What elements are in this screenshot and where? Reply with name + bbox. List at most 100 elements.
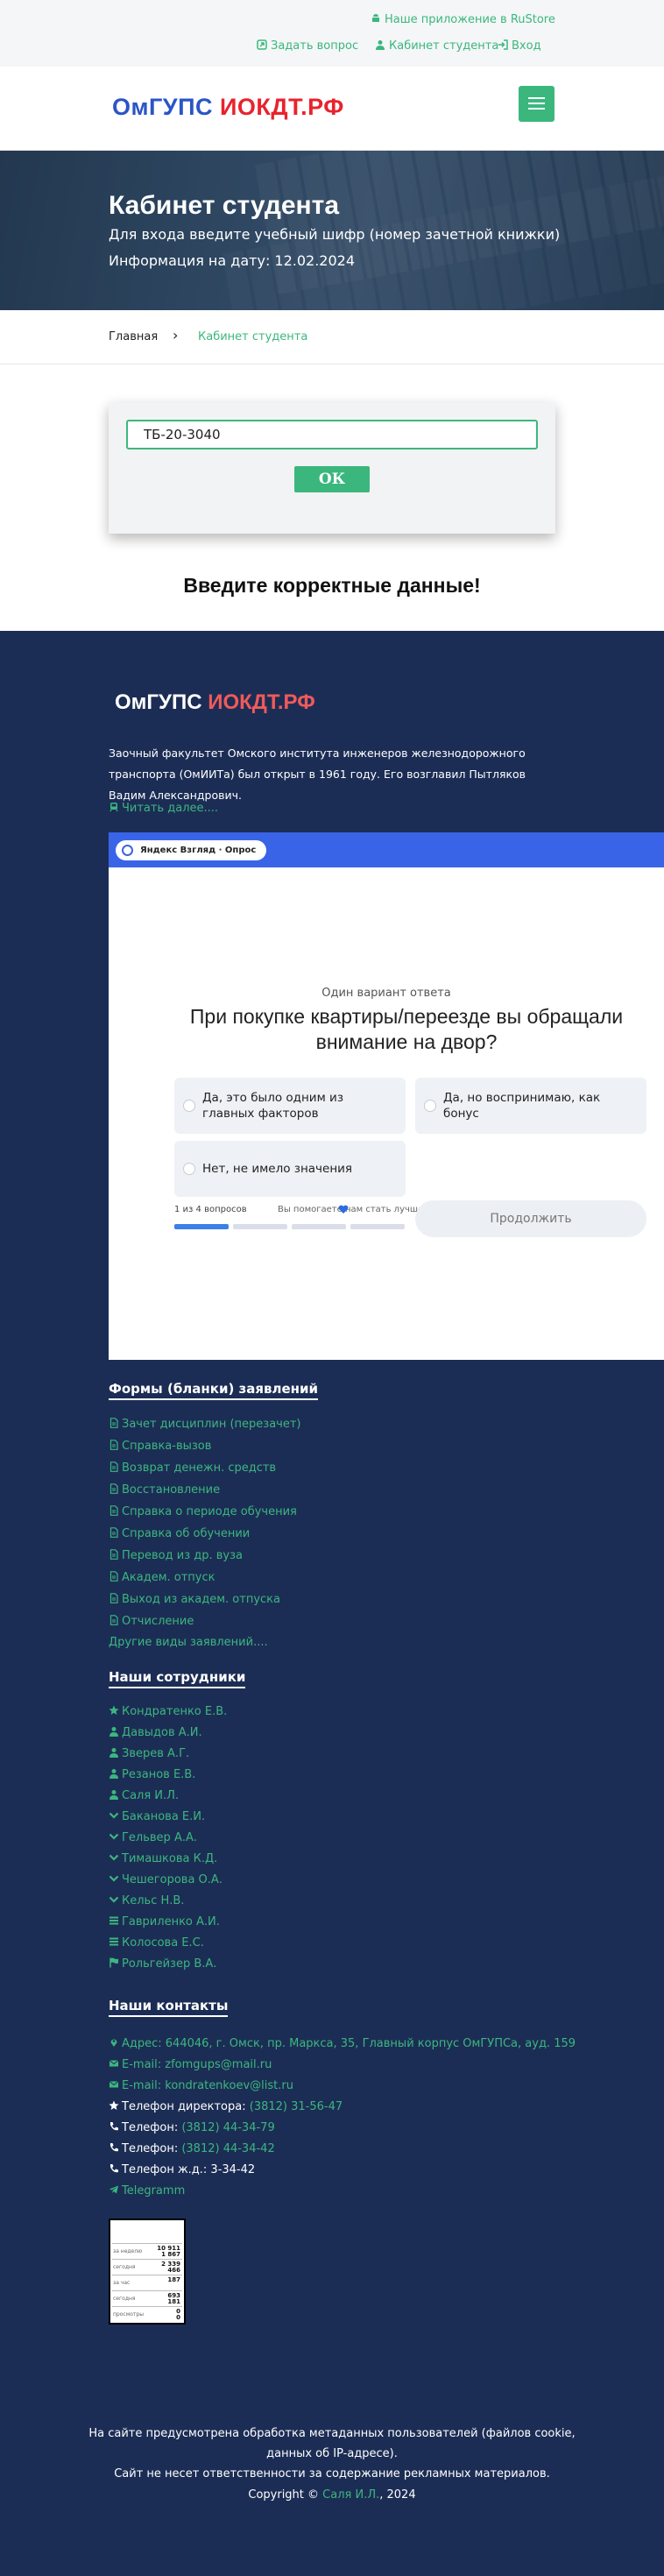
copyright: Copyright © Саля И.Л., 2024 — [248, 2488, 416, 2502]
counter-value: 693 181 — [167, 2292, 180, 2305]
star-icon — [109, 2100, 119, 2110]
form-link[interactable]: Возврат денежн. средств — [109, 1461, 276, 1475]
form-link[interactable]: Восстановление — [109, 1483, 220, 1497]
login-card: ОК — [109, 402, 555, 534]
poll-option[interactable]: Да, это было одним из главных факторов — [174, 1078, 406, 1134]
student-code-input[interactable] — [126, 420, 538, 449]
yandex-icon — [122, 845, 133, 856]
phone-icon — [110, 2122, 118, 2131]
file-icon — [109, 1418, 118, 1428]
contact-phone-1: Телефон: (3812) 44-34-79 — [109, 2121, 275, 2134]
flag-icon — [109, 1957, 118, 1968]
hero-subtitle: Для входа введите учебный шифр (номер за… — [109, 226, 561, 243]
staff-item[interactable]: Рольгейзер В.А. — [109, 1957, 216, 1971]
form-link[interactable]: Отчисление — [109, 1615, 194, 1628]
progress-segment — [174, 1224, 229, 1229]
breadcrumb: Главная › Кабинет студента — [0, 310, 664, 364]
staff-item[interactable]: Саля И.Л. — [109, 1789, 179, 1802]
hero-banner: Кабинет студента Для входа введите учебн… — [0, 151, 664, 310]
counter-label: за неделю — [113, 2248, 143, 2254]
rustore-link[interactable]: Наше приложение в RuStore — [371, 13, 555, 26]
chevron-down-icon — [109, 1833, 119, 1840]
list-icon — [109, 1937, 118, 1946]
contact-email-2[interactable]: E-mail: kondratenkoev@list.ru — [109, 2079, 293, 2092]
user-icon — [109, 1727, 118, 1737]
contact-director-phone: Телефон директора: (3812) 31-56-47 — [109, 2100, 343, 2113]
envelope-icon — [109, 2060, 119, 2067]
ok-button[interactable]: ОК — [294, 466, 370, 492]
form-link[interactable]: Перевод из др. вуза — [109, 1549, 243, 1562]
breadcrumb-separator: › — [173, 327, 179, 343]
staff-item[interactable]: Зверев А.Г. — [109, 1747, 189, 1760]
file-icon — [109, 1440, 118, 1450]
staff-item[interactable]: Резанов Е.В. — [109, 1768, 195, 1781]
user-icon — [109, 1748, 118, 1758]
form-link[interactable]: Академ. отпуск — [109, 1571, 215, 1584]
staff-item[interactable]: Тимашкова К.Д. — [109, 1852, 217, 1865]
contact-email-1[interactable]: E-mail: zfomgups@mail.ru — [109, 2058, 272, 2071]
poll-option[interactable]: Нет, не имело значения — [174, 1141, 406, 1197]
chevron-down-icon — [109, 1875, 119, 1882]
telegram-link[interactable]: Telegramm — [109, 2184, 185, 2197]
chevron-down-icon — [109, 1812, 119, 1819]
staff-item[interactable]: Баканова Е.И. — [109, 1810, 205, 1823]
user-icon — [109, 1769, 118, 1779]
poll-header: Яндекс Взгляд · Опрос — [109, 832, 664, 867]
breadcrumb-home[interactable]: Главная — [109, 330, 158, 343]
counter-label: сегодня — [113, 2264, 136, 2270]
file-icon — [109, 1483, 118, 1494]
login-link[interactable]: Вход — [498, 39, 541, 53]
radio-icon — [183, 1100, 195, 1112]
ask-question-link[interactable]: Задать вопрос — [257, 39, 358, 53]
progress-segment — [292, 1224, 346, 1229]
form-link[interactable]: Справка-вызов — [109, 1440, 211, 1453]
staff-item[interactable]: Чешегорова О.А. — [109, 1873, 223, 1886]
question-icon — [257, 39, 267, 50]
continue-button[interactable]: Продолжить — [415, 1200, 646, 1237]
site-logo[interactable]: ОмГУПС ИОКДТ.РФ — [112, 94, 344, 121]
contacts-heading: Наши контакты — [109, 1998, 229, 2017]
staff-item[interactable]: Кондратенко Е.В. — [109, 1705, 227, 1718]
footer-logo: ОмГУПС ИОКДТ.РФ — [115, 690, 315, 714]
top-bar: Наше приложение в RuStore Задать вопрос … — [0, 0, 664, 67]
counter-value: 2 339 466 — [161, 2261, 180, 2274]
form-link[interactable]: Справка об обучении — [109, 1527, 250, 1540]
form-link[interactable]: Выход из академ. отпуска — [109, 1593, 280, 1606]
counter-row: сегодня 693 181 — [112, 2290, 182, 2305]
phone-icon — [110, 2164, 118, 2173]
page-title: Кабинет студента — [109, 191, 340, 220]
progress-segment — [233, 1224, 287, 1229]
file-icon — [109, 1461, 118, 1472]
form-link[interactable]: Справка о периоде обучения — [109, 1505, 297, 1518]
poll-option[interactable]: Да, но воспринимаю, как бонус — [415, 1078, 646, 1134]
progress-segment — [350, 1224, 405, 1229]
user-icon — [109, 1790, 118, 1800]
counter-value: 10 911 1 867 — [157, 2245, 180, 2258]
staff-heading: Наши сотрудники — [109, 1669, 246, 1688]
staff-item[interactable]: Гельвер А.А. — [109, 1831, 197, 1844]
chevron-down-icon — [109, 1854, 119, 1861]
read-more-link[interactable]: Читать далее.... — [109, 802, 218, 815]
chevron-down-icon — [109, 1896, 119, 1903]
staff-item[interactable]: Колосова Е.С. — [109, 1936, 204, 1950]
footer-about: Заочный факультет Омского института инже… — [109, 747, 526, 802]
forms-more-link[interactable]: Другие виды заявлений.... — [109, 1636, 268, 1649]
breadcrumb-current: Кабинет студента — [198, 330, 308, 343]
staff-item[interactable]: Гавриленко А.И. — [109, 1915, 220, 1928]
map-marker-icon — [110, 2039, 117, 2047]
star-icon — [109, 1705, 119, 1715]
counter-label: просмотры — [113, 2311, 144, 2318]
contact-phone-2: Телефон: (3812) 44-34-42 — [109, 2142, 275, 2155]
student-cabinet-link[interactable]: Кабинет студента — [375, 39, 498, 53]
form-link[interactable]: Зачет дисциплин (перезачет) — [109, 1418, 300, 1431]
telegram-icon — [109, 2185, 118, 2194]
staff-item[interactable]: Давыдов А.И. — [109, 1726, 202, 1739]
visit-counter[interactable]: за неделю 10 911 1 867 сегодня 2 339 466 за … — [109, 2219, 186, 2325]
staff-item[interactable]: Кельс Н.В. — [109, 1894, 184, 1907]
list-icon — [109, 1916, 118, 1925]
phone-icon — [110, 2143, 118, 2152]
menu-button[interactable] — [519, 86, 555, 122]
forms-heading: Формы (бланки) заявлений — [109, 1381, 319, 1400]
site-header: ОмГУПС ИОКДТ.РФ — [0, 67, 664, 151]
counter-row: за неделю 10 911 1 867 — [112, 2243, 182, 2258]
